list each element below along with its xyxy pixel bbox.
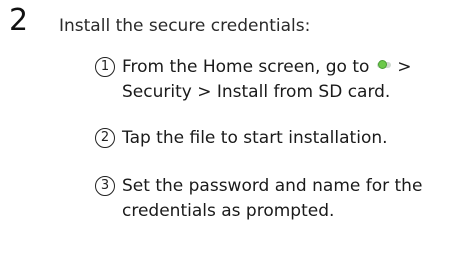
substep-3-line-2: credentials as prompted.	[122, 201, 335, 221]
substep-1-text-before-icon: From the Home screen, go to	[122, 57, 370, 77]
substep-marker-3: 3	[95, 176, 115, 196]
substep-3-line-1: Set the password and name for the	[122, 176, 423, 196]
substep-1-line-2: Security > Install from SD card.	[122, 82, 391, 102]
substep-marker-1: 1	[95, 57, 115, 77]
step-number: 2	[9, 3, 29, 38]
step-heading: Install the secure credentials:	[59, 16, 311, 36]
substep-1-line-1: From the Home screen, go to >	[122, 55, 411, 80]
settings-icon	[376, 60, 391, 70]
substep-1-text-after-icon: >	[397, 57, 412, 77]
substep-marker-2: 2	[95, 128, 115, 148]
substep-2-line-1: Tap the file to start installation.	[122, 128, 388, 148]
